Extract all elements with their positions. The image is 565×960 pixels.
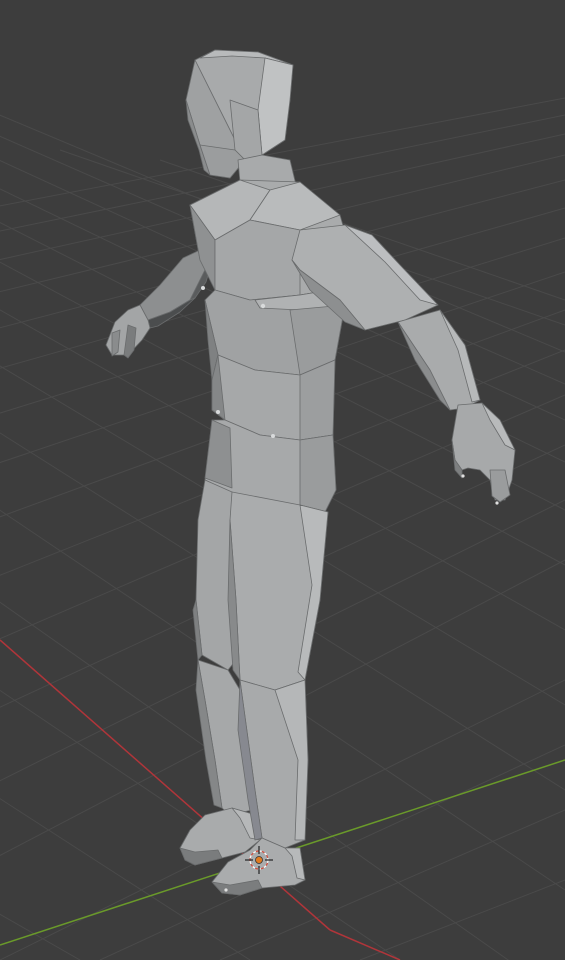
vertex-dot — [271, 434, 275, 438]
vertex-dot — [260, 303, 266, 309]
vertex-dot — [461, 474, 465, 478]
viewport-canvas[interactable] — [0, 0, 565, 960]
vertex-dot — [495, 501, 499, 505]
vertex-dot — [201, 286, 205, 290]
torso[interactable] — [189, 179, 351, 441]
vertex-dot — [224, 888, 228, 892]
3d-viewport[interactable] — [0, 0, 565, 960]
vertex-dot — [216, 410, 220, 414]
